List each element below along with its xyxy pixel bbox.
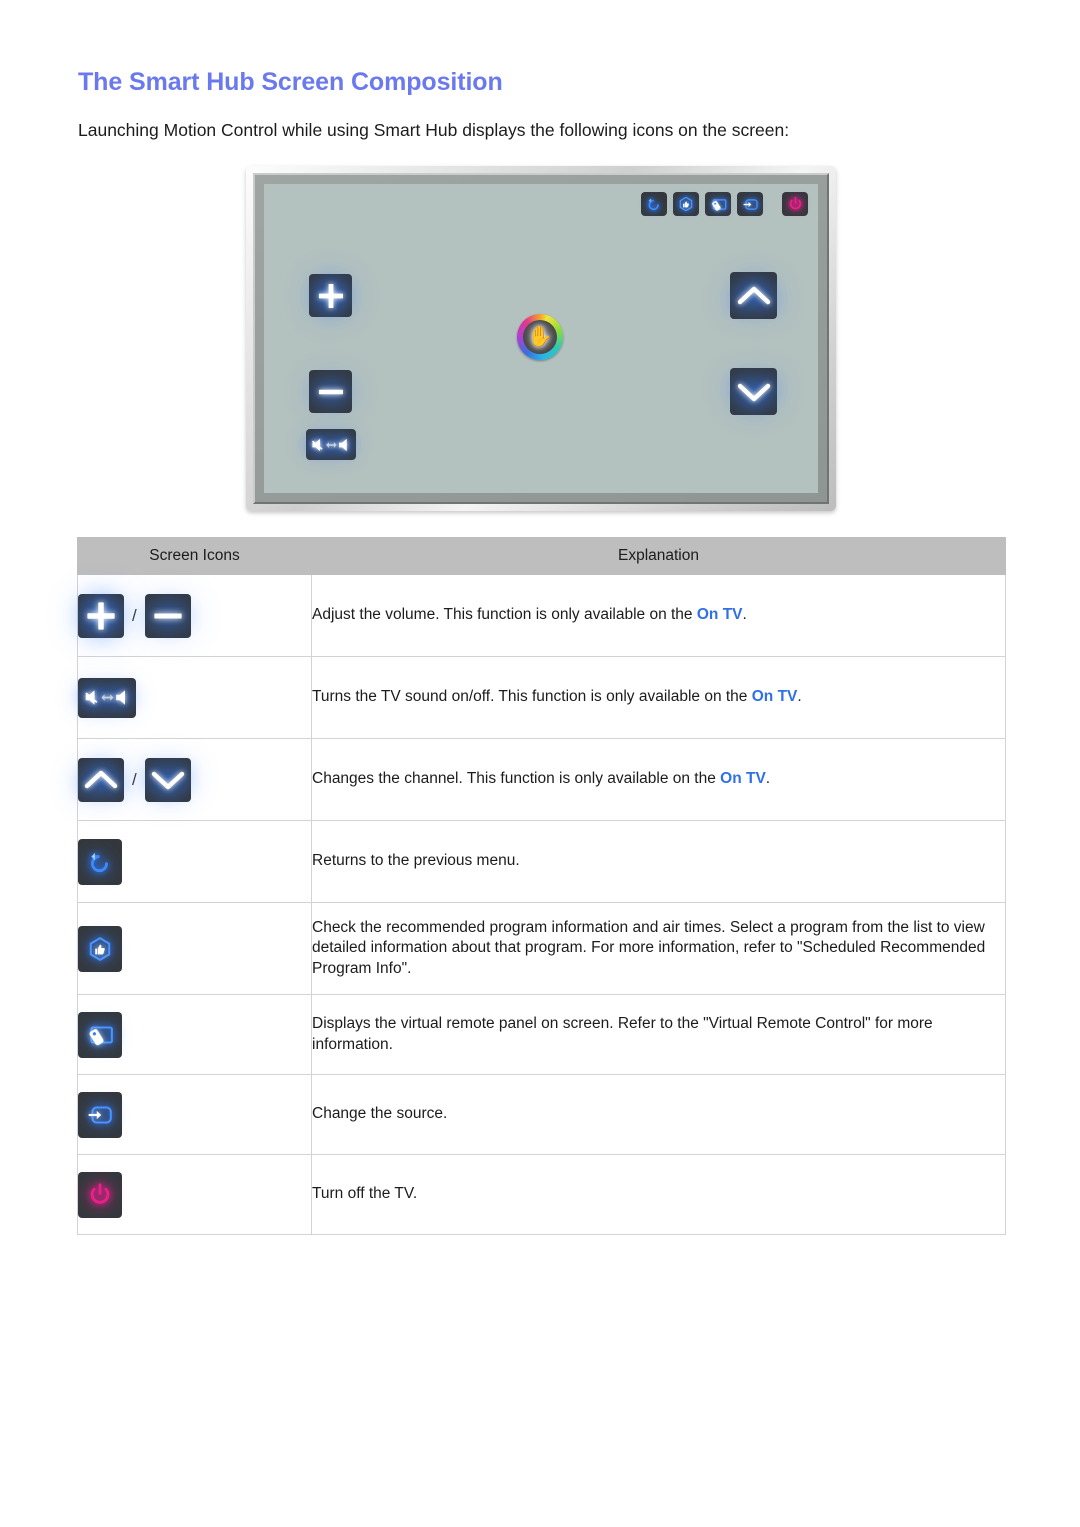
column-header-explanation: Explanation <box>311 537 1006 575</box>
page-root: The Smart Hub Screen Composition Launchi… <box>0 0 1080 1527</box>
table-row: Turn off the TV. <box>77 1154 1006 1235</box>
on-tv-link[interactable]: On TV <box>752 688 798 705</box>
table-row: Returns to the previous menu. <box>77 820 1006 903</box>
return-icon[interactable] <box>641 192 667 216</box>
icon-cell <box>77 820 312 903</box>
tv-toolbar <box>641 192 808 216</box>
icon-group-channel: / <box>78 757 311 802</box>
explanation-text: Change the source. <box>312 1105 448 1123</box>
volume-down-icon[interactable] <box>309 370 352 413</box>
on-tv-link[interactable]: On TV <box>720 770 766 787</box>
explanation-text-end: . <box>742 606 747 624</box>
tv-illustration: ✋ <box>246 166 836 511</box>
source-icon[interactable] <box>78 1091 122 1138</box>
icon-cell: / <box>77 738 312 821</box>
icon-cell <box>77 1074 312 1155</box>
explanation-cell: Changes the channel. This function is on… <box>311 738 1006 821</box>
explanation-text: Displays the virtual remote panel on scr… <box>312 1015 933 1053</box>
power-icon[interactable] <box>78 1171 122 1218</box>
mute-toggle-icon[interactable] <box>306 429 356 460</box>
explanation-cell: Returns to the previous menu. <box>311 820 1006 903</box>
icon-cell <box>77 902 312 995</box>
explanation-text: Turn off the TV. <box>312 1185 418 1203</box>
virtual-remote-icon[interactable] <box>78 1011 122 1058</box>
tv-inner-bevel: ✋ <box>253 173 829 504</box>
page-title: The Smart Hub Screen Composition <box>78 68 503 96</box>
screen-icons-table: Screen Icons Explanation / Adjust the vo… <box>77 537 1006 1235</box>
virtual-remote-icon[interactable] <box>705 192 731 216</box>
icon-group-recommendations <box>78 925 311 972</box>
return-icon[interactable] <box>78 838 122 885</box>
explanation-text: Turns the TV sound on/off. This function… <box>312 688 752 706</box>
icon-group-mute <box>78 677 311 718</box>
icon-cell: / <box>77 574 312 657</box>
icon-separator: / <box>132 605 137 625</box>
intro-paragraph: Launching Motion Control while using Sma… <box>78 120 790 140</box>
recommended-program-icon[interactable] <box>673 192 699 216</box>
icon-cell <box>77 1154 312 1235</box>
icon-group-source <box>78 1091 311 1138</box>
icon-separator: / <box>132 769 137 789</box>
table-row: Displays the virtual remote panel on scr… <box>77 994 1006 1075</box>
explanation-text: Changes the channel. This function is on… <box>312 770 721 788</box>
icon-group-power <box>78 1171 311 1218</box>
explanation-text: Returns to the previous menu. <box>312 852 520 870</box>
power-icon[interactable] <box>782 192 808 216</box>
explanation-cell: Change the source. <box>311 1074 1006 1155</box>
channel-up-icon[interactable] <box>730 272 777 319</box>
channel-up-icon[interactable] <box>78 757 124 802</box>
mute-toggle-icon[interactable] <box>78 677 136 718</box>
recommended-program-icon[interactable] <box>78 925 122 972</box>
table-row: / Adjust the volume. This function is on… <box>77 574 1006 657</box>
explanation-text: Check the recommended program informatio… <box>312 918 986 977</box>
volume-up-icon[interactable] <box>309 274 352 317</box>
explanation-cell: Adjust the volume. This function is only… <box>311 574 1006 657</box>
on-tv-link[interactable]: On TV <box>697 606 743 623</box>
table-row: Turns the TV sound on/off. This function… <box>77 656 1006 739</box>
explanation-cell: Turns the TV sound on/off. This function… <box>311 656 1006 739</box>
channel-down-icon[interactable] <box>730 368 777 415</box>
icon-group-volume: / <box>78 593 311 638</box>
explanation-text: Adjust the volume. This function is only… <box>312 606 697 624</box>
icon-group-virtual-remote <box>78 1011 311 1058</box>
column-header-screen-icons: Screen Icons <box>77 537 312 575</box>
volume-up-icon[interactable] <box>78 593 124 638</box>
tv-bezel: ✋ <box>246 166 836 511</box>
icon-group-return <box>78 838 311 885</box>
tv-screen: ✋ <box>264 184 818 493</box>
cursor-hand-glyph: ✋ <box>527 325 553 348</box>
channel-down-icon[interactable] <box>144 757 191 802</box>
explanation-text-end: . <box>765 770 771 788</box>
icon-cell <box>77 994 312 1075</box>
explanation-cell: Turn off the TV. <box>311 1154 1006 1235</box>
table-header-row: Screen Icons Explanation <box>77 537 1006 575</box>
source-icon[interactable] <box>737 192 763 216</box>
explanation-cell: Check the recommended program informatio… <box>311 902 1006 995</box>
hand-cursor-icon[interactable]: ✋ <box>517 313 563 360</box>
explanation-cell: Displays the virtual remote panel on scr… <box>311 994 1006 1075</box>
volume-down-icon[interactable] <box>144 593 191 638</box>
icon-cell <box>77 656 312 739</box>
table-row: Change the source. <box>77 1074 1006 1155</box>
table-row: / Changes the channel. This function is … <box>77 738 1006 821</box>
table-row: Check the recommended program informatio… <box>77 902 1006 995</box>
explanation-text-end: . <box>797 688 802 706</box>
